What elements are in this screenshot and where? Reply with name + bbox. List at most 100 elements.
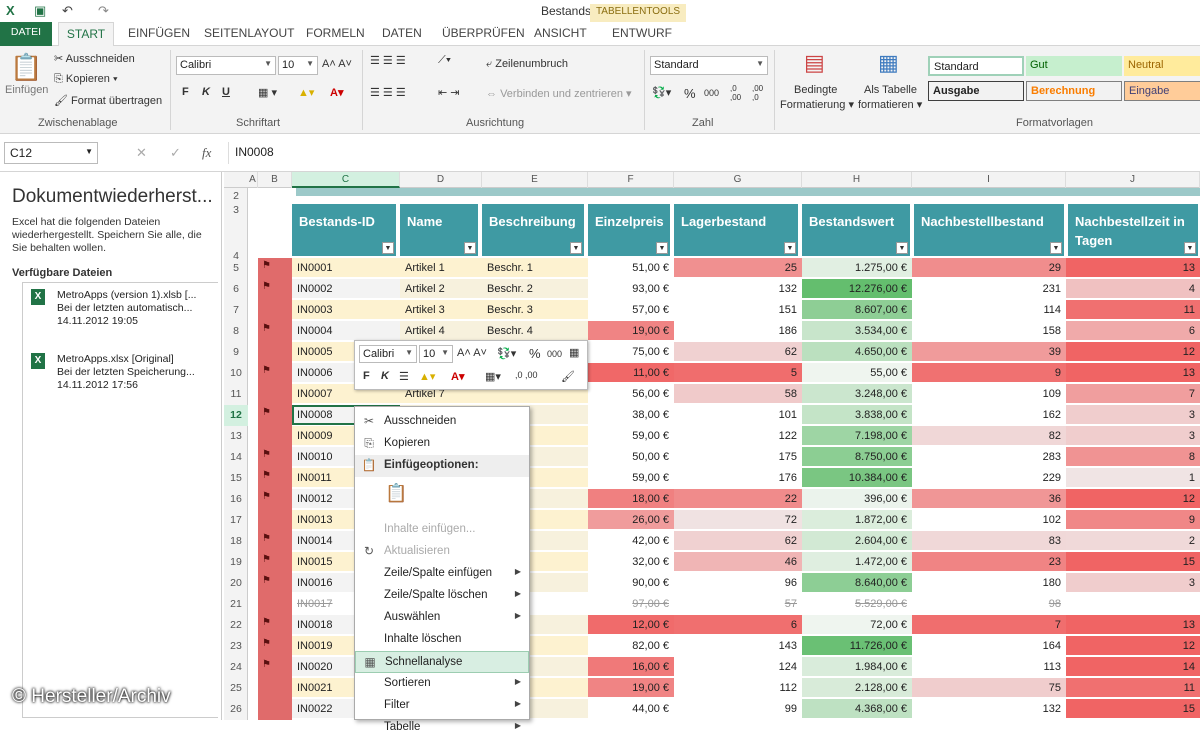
recovered-file-1[interactable]: X MetroApps (version 1).xlsb [... Bei der… — [31, 289, 217, 333]
col-header-a[interactable]: A — [248, 172, 258, 188]
table-cell[interactable]: 396,00 € — [802, 489, 912, 509]
context-menu-item[interactable]: ✂ Ausschneiden — [355, 411, 529, 433]
table-cell[interactable]: 38,00 € — [588, 405, 674, 425]
table-cell[interactable]: 9 — [1066, 510, 1200, 530]
row-header[interactable]: 18 — [224, 531, 248, 552]
table-cell[interactable]: 12 — [1066, 636, 1200, 656]
table-cell[interactable]: 55,00 € — [802, 363, 912, 383]
table-cell[interactable]: 59,00 € — [588, 426, 674, 446]
grow-font-icon[interactable]: A˄ A˅ — [322, 58, 352, 70]
paste-icon[interactable]: 📋 — [10, 52, 42, 83]
border-icon[interactable]: ▦ ▾ — [258, 86, 277, 99]
table-cell[interactable]: 3 — [1066, 573, 1200, 593]
table-cell[interactable]: Beschr. 1 — [482, 258, 588, 278]
merge-button[interactable]: ⇔ Verbinden und zentrieren ▾ — [486, 87, 632, 100]
table-cell[interactable]: 16,00 € — [588, 657, 674, 677]
table-cell[interactable]: 175 — [674, 447, 802, 467]
row-header[interactable]: 22 — [224, 615, 248, 636]
table-cell[interactable]: 4.650,00 € — [802, 342, 912, 362]
mini-font-color-icon[interactable]: A▾ — [451, 370, 464, 383]
table-cell[interactable]: IN0003 — [292, 300, 400, 320]
table-cell[interactable]: 98 — [912, 594, 1066, 614]
table-cell[interactable]: 75,00 € — [588, 342, 674, 362]
table-cell[interactable]: 1 — [1066, 468, 1200, 488]
table-cell[interactable]: 186 — [674, 321, 802, 341]
style-gut[interactable]: Gut — [1026, 56, 1122, 76]
tab-start[interactable]: START — [58, 22, 114, 47]
col-header-d[interactable]: D — [400, 172, 482, 188]
table-cell[interactable]: 122 — [674, 426, 802, 446]
font-name-select[interactable]: Calibri ▼ — [176, 56, 276, 75]
table-cell[interactable]: 25 — [674, 258, 802, 278]
table-cell[interactable]: 12.276,00 € — [802, 279, 912, 299]
table-cell[interactable]: 3 — [1066, 426, 1200, 446]
context-menu-item[interactable]: ▦ Schnellanalyse — [355, 651, 529, 673]
row-header[interactable]: 19 — [224, 552, 248, 573]
table-cell[interactable]: 2.604,00 € — [802, 531, 912, 551]
table-cell[interactable]: 113 — [912, 657, 1066, 677]
table-cell[interactable]: 10.384,00 € — [802, 468, 912, 488]
table-cell[interactable]: 8.640,00 € — [802, 573, 912, 593]
table-cell[interactable]: 36 — [912, 489, 1066, 509]
percent-button[interactable]: % — [684, 86, 696, 101]
row-header[interactable]: 5 — [224, 258, 248, 279]
table-cell[interactable]: 143 — [674, 636, 802, 656]
mini-grow-icon[interactable]: A˄ A˅ — [457, 347, 487, 359]
table-cell[interactable]: 164 — [912, 636, 1066, 656]
format-painter-button[interactable]: 🖌 Format übertragen — [54, 94, 162, 107]
row-header[interactable]: 9 — [224, 342, 248, 363]
table-cell[interactable]: 46 — [674, 552, 802, 572]
wrap-text-button[interactable]: ⤶ Zeilenumbruch — [486, 58, 568, 71]
table-cell[interactable]: 23 — [912, 552, 1066, 572]
context-menu-item[interactable]: Tabelle ▶ — [355, 717, 529, 739]
table-cell[interactable]: 11,00 € — [588, 363, 674, 383]
table-cell[interactable]: 82,00 € — [588, 636, 674, 656]
format-as-table-button-2[interactable]: formatieren ▾ — [858, 98, 922, 111]
table-cell[interactable]: 7 — [912, 615, 1066, 635]
copy-button[interactable]: ⎘ Kopieren ▾ — [54, 73, 118, 86]
row-header[interactable]: 10 — [224, 363, 248, 384]
row-header[interactable]: 23 — [224, 636, 248, 657]
cancel-icon[interactable]: ✕ — [136, 145, 147, 161]
table-cell[interactable]: 4 — [1066, 279, 1200, 299]
table-cell[interactable]: Beschr. 4 — [482, 321, 588, 341]
table-cell[interactable]: 2.128,00 € — [802, 678, 912, 698]
table-cell[interactable]: 229 — [912, 468, 1066, 488]
table-cell[interactable]: 57,00 € — [588, 300, 674, 320]
tab-layout[interactable]: SEITENLAYOUT — [204, 26, 294, 40]
table-cell[interactable]: 39 — [912, 342, 1066, 362]
table-cell[interactable]: Beschr. 2 — [482, 279, 588, 299]
table-cell[interactable]: 114 — [912, 300, 1066, 320]
insert-function-button[interactable]: fx — [202, 145, 211, 161]
tab-design[interactable]: ENTWURF — [612, 26, 672, 40]
tab-review[interactable]: ÜBERPRÜFEN — [442, 26, 525, 40]
conditional-format-button[interactable]: Bedingte — [794, 84, 837, 96]
row-header[interactable]: 7 — [224, 300, 248, 321]
table-cell[interactable]: 6 — [1066, 321, 1200, 341]
table-cell[interactable]: 4.368,00 € — [802, 699, 912, 719]
style-neutral[interactable]: Neutral — [1124, 56, 1200, 76]
col-header-b[interactable]: B — [258, 172, 292, 188]
context-menu-item[interactable]: Zeile/Spalte löschen ▶ — [355, 585, 529, 607]
table-cell[interactable]: 22 — [674, 489, 802, 509]
table-cell[interactable]: 5.529,00 € — [802, 594, 912, 614]
row-header[interactable]: 21 — [224, 594, 248, 615]
mini-fill-icon[interactable]: ▲▾ — [419, 370, 435, 383]
table-cell[interactable]: 8.607,00 € — [802, 300, 912, 320]
table-cell[interactable]: 26,00 € — [588, 510, 674, 530]
table-cell[interactable]: 90,00 € — [588, 573, 674, 593]
col-header-c[interactable]: C — [292, 172, 400, 188]
table-cell[interactable]: 75 — [912, 678, 1066, 698]
font-color-icon[interactable]: A▾ — [330, 86, 343, 99]
row-header[interactable]: 11 — [224, 384, 248, 405]
context-menu-item[interactable]: Auswählen ▶ — [355, 607, 529, 629]
fill-color-icon[interactable]: ▲▾ — [298, 86, 314, 99]
table-cell[interactable]: 18,00 € — [588, 489, 674, 509]
mini-size-select[interactable]: 10 ▼ — [419, 345, 453, 363]
italic-button[interactable]: K — [202, 86, 210, 98]
orientation-icon[interactable]: ⟋▾ — [438, 54, 451, 67]
table-cell[interactable]: 14 — [1066, 657, 1200, 677]
table-cell[interactable]: 1.984,00 € — [802, 657, 912, 677]
mini-border-icon[interactable]: ▦▾ — [485, 370, 501, 383]
row-header[interactable]: 20 — [224, 573, 248, 594]
